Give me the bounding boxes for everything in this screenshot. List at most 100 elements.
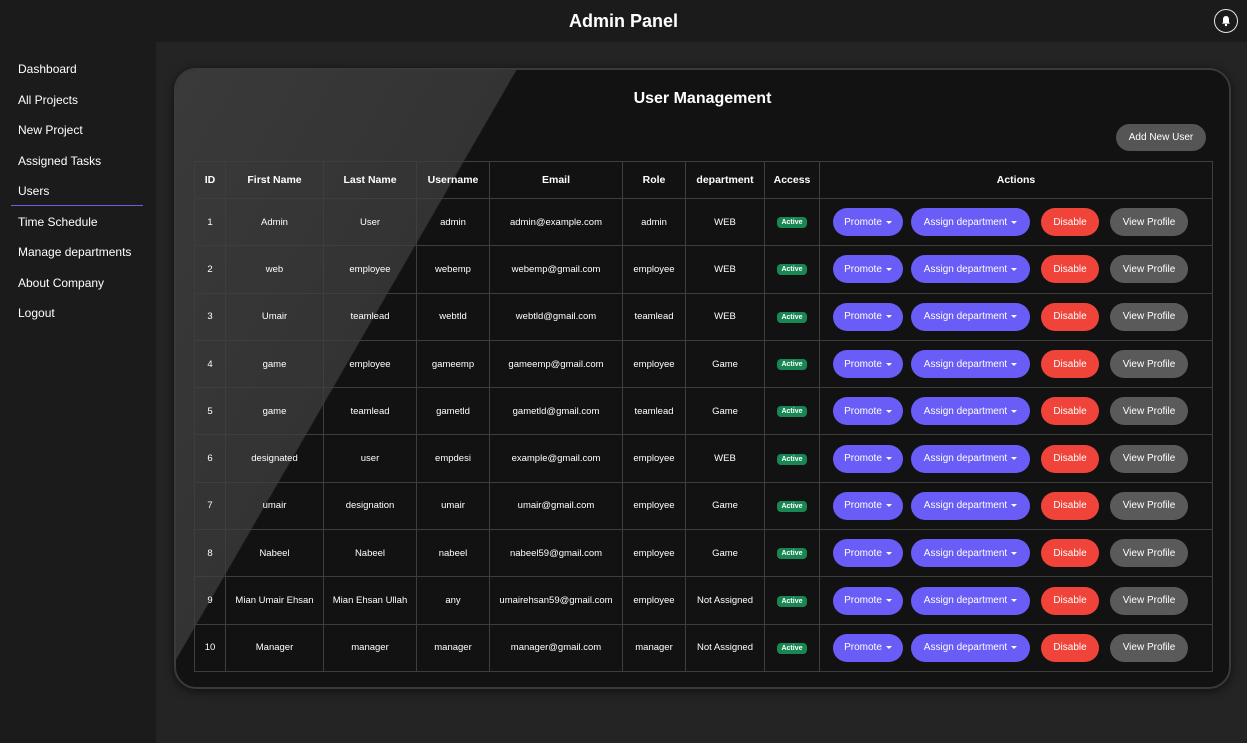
view-profile-button[interactable]: View Profile: [1110, 302, 1188, 331]
table-row: 10 Manager manager manager manager@gmail.com…: [194, 623, 1213, 672]
assign-department-button[interactable]: Assign department: [911, 397, 1030, 426]
assign-department-button-label: Assign department: [923, 595, 1008, 607]
assign-department-button[interactable]: Assign department: [911, 350, 1030, 379]
status-badge: Active: [777, 406, 807, 418]
sidebar-item-label: Assigned Tasks: [18, 153, 102, 168]
disable-button[interactable]: Disable: [1041, 491, 1099, 520]
cell-access: Active: [764, 245, 820, 294]
promote-button[interactable]: Promote: [833, 491, 903, 520]
view-profile-button[interactable]: View Profile: [1110, 397, 1188, 426]
promote-button[interactable]: Promote: [833, 350, 903, 379]
page-title: User Management: [633, 90, 772, 107]
table-row: 1 Admin User admin admin@example.com admin WEB…: [194, 197, 1213, 247]
disable-button[interactable]: Disable: [1041, 444, 1099, 473]
cell-access: Active: [764, 623, 820, 672]
view-profile-button[interactable]: View Profile: [1110, 633, 1188, 662]
caret-down-icon: [1011, 551, 1018, 555]
cell-email: umairehsan59@gmail.com: [489, 576, 623, 625]
view-profile-button[interactable]: View Profile: [1110, 208, 1188, 237]
sidebar-item-new-project[interactable]: New Project: [0, 115, 156, 146]
caret-down-icon: [885, 599, 892, 603]
cell-first: Manager: [225, 623, 324, 672]
status-badge: Active: [777, 359, 807, 371]
disable-button[interactable]: Disable: [1041, 397, 1099, 426]
view-profile-button[interactable]: View Profile: [1110, 255, 1188, 284]
caret-down-icon: [1011, 646, 1018, 650]
promote-button-label: Promote: [844, 595, 882, 607]
promote-button[interactable]: Promote: [833, 586, 903, 615]
table-row: 5 game teamlead gametld gametld@gmail.com tea…: [194, 387, 1213, 436]
disable-button[interactable]: Disable: [1041, 633, 1099, 662]
assign-department-button[interactable]: Assign department: [911, 255, 1030, 284]
sidebar-item-label: Time Schedule: [18, 214, 98, 229]
sidebar-item-manage-departments[interactable]: Manage departments: [0, 237, 156, 268]
promote-button[interactable]: Promote: [833, 539, 903, 568]
assign-department-button[interactable]: Assign department: [911, 586, 1030, 615]
sidebar-item-assigned-tasks[interactable]: Assigned Tasks: [0, 146, 156, 177]
view-profile-button[interactable]: View Profile: [1110, 491, 1188, 520]
assign-department-button-label: Assign department: [923, 358, 1008, 370]
sidebar-item-dashboard[interactable]: Dashboard: [0, 54, 156, 85]
disable-button[interactable]: Disable: [1041, 255, 1099, 284]
cell-actions: Promote Assign department Disable View Prof…: [819, 245, 1213, 294]
cell-role: employee: [622, 529, 686, 578]
caret-down-icon: [1011, 599, 1018, 603]
disable-button[interactable]: Disable: [1041, 539, 1099, 568]
assign-department-button-label: Assign department: [923, 405, 1008, 417]
view-profile-button[interactable]: View Profile: [1110, 586, 1188, 615]
cell-first: game: [225, 387, 324, 436]
cell-id: 5: [194, 387, 226, 436]
view-profile-button[interactable]: View Profile: [1110, 350, 1188, 379]
promote-button[interactable]: Promote: [833, 444, 903, 473]
view-profile-button-label: View Profile: [1122, 500, 1176, 512]
cell-role: employee: [622, 245, 686, 294]
caret-down-icon: [885, 551, 892, 555]
cell-access: Active: [764, 197, 820, 247]
promote-button[interactable]: Promote: [833, 208, 903, 237]
cell-id: 4: [194, 339, 226, 389]
disable-button[interactable]: Disable: [1041, 350, 1099, 379]
disable-button[interactable]: Disable: [1041, 586, 1099, 615]
caret-down-icon: [885, 504, 892, 508]
view-profile-button[interactable]: View Profile: [1110, 444, 1188, 473]
cell-username: any: [416, 576, 490, 625]
assign-department-button-label: Assign department: [923, 500, 1008, 512]
view-profile-button[interactable]: View Profile: [1110, 539, 1188, 568]
promote-button[interactable]: Promote: [833, 255, 903, 284]
sidebar-item-about-company[interactable]: About Company: [0, 268, 156, 299]
assign-department-button[interactable]: Assign department: [911, 444, 1030, 473]
sidebar-item-time-schedule[interactable]: Time Schedule: [0, 207, 156, 238]
cell-username: gametld: [416, 387, 490, 436]
assign-department-button[interactable]: Assign department: [911, 539, 1030, 568]
sidebar-item-label: New Project: [18, 123, 83, 138]
assign-department-button[interactable]: Assign department: [911, 633, 1030, 662]
sidebar-item-users[interactable]: Users: [0, 176, 156, 207]
notification-button[interactable]: [1214, 9, 1238, 33]
disable-button[interactable]: Disable: [1041, 208, 1099, 237]
sidebar-item-label: About Company: [18, 275, 105, 290]
view-profile-button-label: View Profile: [1122, 547, 1176, 559]
cell-department: Game: [685, 339, 765, 389]
disable-button[interactable]: Disable: [1041, 302, 1099, 331]
add-new-user-button[interactable]: Add New User: [1116, 124, 1206, 151]
cell-id: 1: [194, 197, 226, 247]
users-table-wrapper: ID First Name Last Name Username Email Role de…: [194, 161, 1213, 672]
promote-button[interactable]: Promote: [833, 397, 903, 426]
cell-actions: Promote Assign department Disable View Prof…: [819, 529, 1213, 578]
table-row: 8 Nabeel Nabeel nabeel nabeel59@gmail.com emp…: [194, 529, 1213, 578]
caret-down-icon: [885, 267, 892, 271]
promote-button[interactable]: Promote: [833, 633, 903, 662]
sidebar-item-all-projects[interactable]: All Projects: [0, 85, 156, 116]
assign-department-button[interactable]: Assign department: [911, 302, 1030, 331]
status-badge: Active: [777, 453, 807, 465]
table-row: 9 Mian Umair Ehsan Mian Ehsan Ullah any umai…: [194, 576, 1213, 625]
assign-department-button[interactable]: Assign department: [911, 208, 1030, 237]
assign-department-button[interactable]: Assign department: [911, 491, 1030, 520]
cell-last: designation: [323, 481, 417, 531]
assign-department-button-label: Assign department: [923, 453, 1008, 465]
promote-button[interactable]: Promote: [833, 302, 903, 331]
caret-down-icon: [1011, 504, 1018, 508]
cell-username: umair: [416, 481, 490, 531]
sidebar-item-logout[interactable]: Logout: [0, 298, 156, 329]
status-badge: Active: [777, 595, 807, 607]
